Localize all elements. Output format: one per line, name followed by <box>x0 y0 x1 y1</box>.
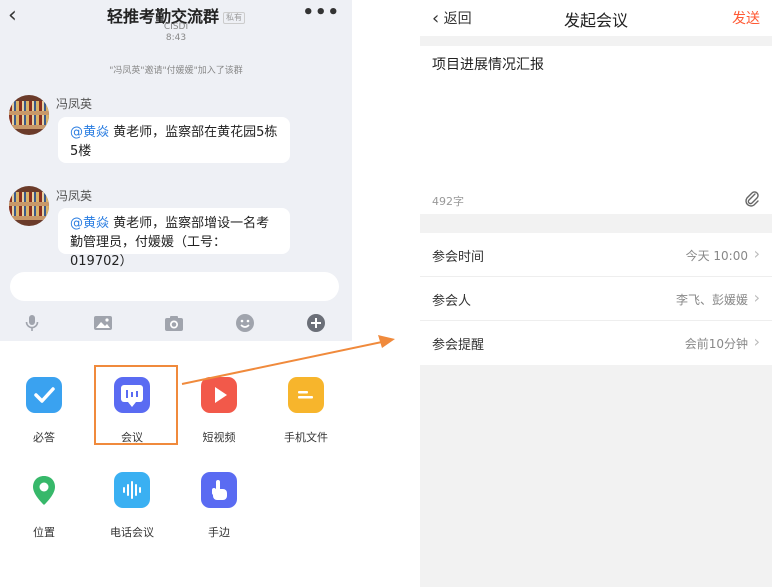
char-count: 492字 <box>432 195 464 208</box>
message-input[interactable] <box>10 272 339 301</box>
avatar[interactable] <box>9 186 49 226</box>
system-message: "冯凤英"邀请"付媛媛"加入了该群 <box>109 66 243 76</box>
microphone-icon[interactable] <box>22 313 42 333</box>
row-value: 李飞、彭媛媛 <box>675 293 748 307</box>
page-title: 发起会议 <box>563 11 628 30</box>
chevron-right-icon: › <box>753 244 760 263</box>
app-label: 手机文件 <box>284 431 328 444</box>
message-time: 8:43 <box>165 33 187 43</box>
topic-field[interactable]: 项目进展情况汇报 492字 <box>420 46 772 214</box>
check-icon <box>26 377 62 413</box>
send-button[interactable]: 发送 <box>732 8 760 28</box>
emoji-icon[interactable] <box>235 313 255 333</box>
chat-screen: ‹ 轻推考勤交流群 私有 ••• CISDI 8:43 "冯凤英"邀请"付媛媛"加… <box>0 0 352 587</box>
mention-link[interactable]: @黄焱 <box>70 216 109 231</box>
sender-name: 冯凤英 <box>56 97 93 111</box>
app-short-video[interactable]: 短视频 <box>179 377 259 445</box>
play-icon <box>201 377 237 413</box>
app-label: 必答 <box>33 431 55 444</box>
row-meeting-time[interactable]: 参会时间 今天 10:00 › <box>420 233 772 277</box>
row-value: 今天 10:00 <box>685 249 748 263</box>
camera-icon[interactable] <box>164 313 184 333</box>
row-participants[interactable]: 参会人 李飞、彭媛媛 › <box>420 277 772 321</box>
more-icon[interactable]: ••• <box>302 2 340 23</box>
highlight-box <box>94 365 178 445</box>
app-shoubian[interactable]: 手边 <box>179 472 259 540</box>
meeting-header: ‹ 返回 发起会议 发送 <box>420 0 772 36</box>
image-icon[interactable] <box>93 313 113 333</box>
avatar[interactable] <box>9 95 49 135</box>
app-label: 位置 <box>33 526 55 539</box>
chat-area: ‹ 轻推考勤交流群 私有 ••• CISDI 8:43 "冯凤英"邀请"付媛媛"加… <box>0 0 352 341</box>
voice-wave-icon <box>114 472 150 508</box>
folder-icon <box>288 377 324 413</box>
row-reminder[interactable]: 参会提醒 会前10分钟 › <box>420 321 772 365</box>
row-label: 参会人 <box>432 294 472 309</box>
app-label: 手边 <box>208 526 230 539</box>
location-pin-icon <box>26 472 62 508</box>
plus-icon[interactable] <box>306 313 326 333</box>
app-phone-meeting[interactable]: 电话会议 <box>92 472 172 540</box>
chevron-right-icon: › <box>753 288 760 307</box>
app-label: 短视频 <box>202 431 236 444</box>
topic-text[interactable]: 项目进展情况汇报 <box>432 54 544 74</box>
paperclip-icon[interactable] <box>744 189 760 207</box>
app-location[interactable]: 位置 <box>4 472 84 540</box>
app-bida[interactable]: 必答 <box>4 377 84 445</box>
hand-pointer-icon <box>201 472 237 508</box>
app-phone-files[interactable]: 手机文件 <box>266 377 346 445</box>
meeting-settings-list: 参会时间 今天 10:00 › 参会人 李飞、彭媛媛 › 参会提醒 会前10分钟… <box>420 233 772 365</box>
row-label: 参会时间 <box>432 250 485 265</box>
mention-link[interactable]: @黄焱 <box>70 125 109 140</box>
group-org: CISDI <box>163 22 189 32</box>
row-label: 参会提醒 <box>432 338 485 353</box>
app-label: 电话会议 <box>110 526 154 539</box>
sender-name: 冯凤英 <box>56 189 93 203</box>
row-value: 会前10分钟 <box>684 337 748 351</box>
message-bubble[interactable]: @黄焱 黄老师，监察部在黄花园5栋5楼 <box>58 117 290 163</box>
message-bubble[interactable]: @黄焱 黄老师，监察部增设一名考勤管理员，付媛媛（工号：019702） <box>58 208 290 269</box>
chevron-right-icon: › <box>753 332 760 351</box>
meeting-screen: ‹ 返回 发起会议 发送 项目进展情况汇报 492字 参会时间 今天 10:00… <box>420 0 772 587</box>
